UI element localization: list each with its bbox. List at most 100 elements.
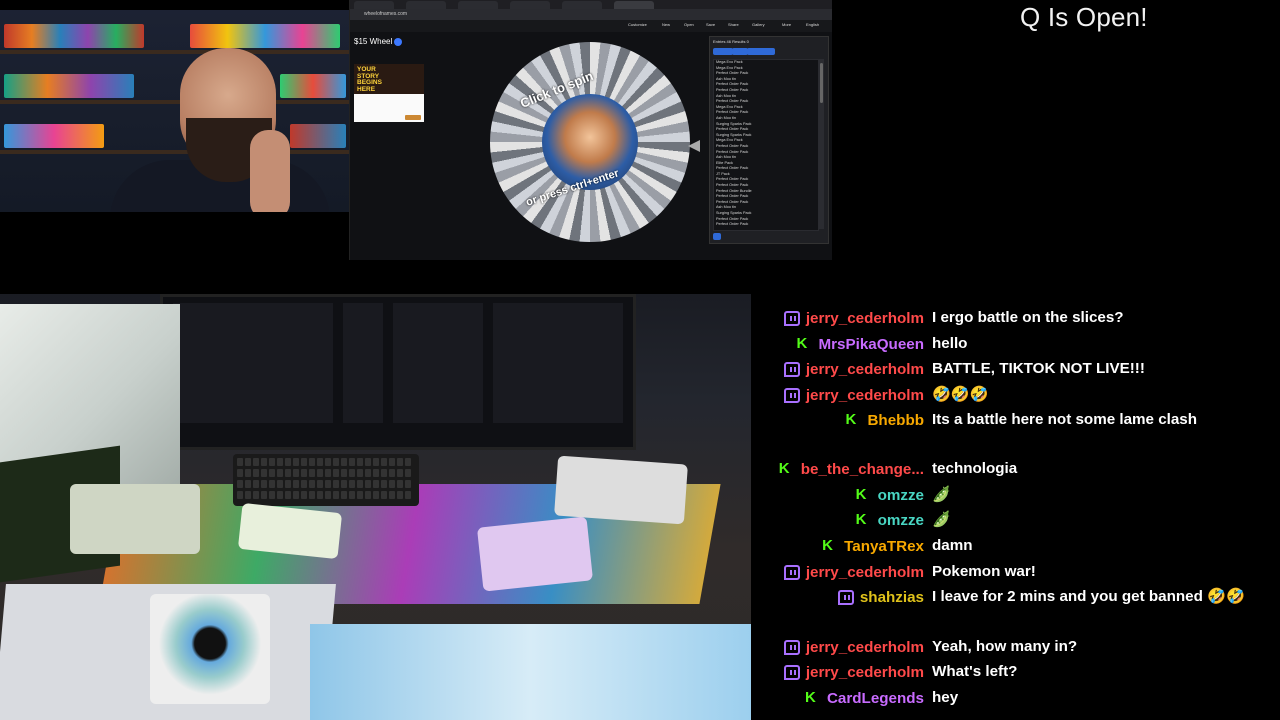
advertisement[interactable]: YOUR STORY BEGINS HERE — [354, 64, 424, 122]
scroll-thumb[interactable] — [820, 63, 823, 103]
keyboard-key — [285, 491, 291, 499]
keyboard-key — [349, 491, 355, 499]
keyboard-key — [309, 458, 315, 466]
nav-gallery[interactable]: Gallery — [752, 22, 765, 27]
nav-customize[interactable]: Customize — [628, 22, 647, 27]
chat-message-text: What's left? — [932, 663, 1018, 680]
keyboard-key — [269, 491, 275, 499]
chat-message-text: I leave for 2 mins and you get banned 🤣🤣 — [932, 588, 1245, 605]
keyboard-key — [237, 458, 243, 466]
wheel-entry[interactable]: Perfect Order Pack — [714, 222, 818, 228]
wheel-title: $15 Wheel — [354, 37, 393, 46]
browser-tab[interactable] — [458, 1, 498, 9]
keyboard-key — [245, 469, 251, 477]
background-monitor — [160, 294, 636, 450]
keyboard-key — [309, 491, 315, 499]
twitch-badge-icon — [837, 590, 854, 605]
twitch-badge-icon — [783, 665, 800, 680]
chat-username[interactable]: be_the_change... — [801, 461, 924, 478]
chat-username[interactable]: shahzias — [860, 589, 924, 606]
nav-share[interactable]: Share — [728, 22, 739, 27]
keyboard-key — [309, 469, 315, 477]
keyboard-key — [341, 491, 347, 499]
browser-tab[interactable] — [354, 1, 394, 9]
kick-badge-icon: K — [804, 689, 816, 706]
keyboard-key — [317, 469, 323, 477]
chat-username[interactable]: jerry_cederholm — [806, 639, 924, 656]
chat-message-text: hey — [932, 689, 959, 706]
chat-username[interactable]: Bhebbb — [867, 412, 924, 429]
keyboard-key — [261, 491, 267, 499]
nav-open[interactable]: Open — [684, 22, 694, 27]
shelf — [0, 150, 349, 154]
add-image-button[interactable] — [747, 48, 775, 55]
chat-message-text: Pokemon war! — [932, 563, 1036, 580]
keyboard-key — [381, 458, 387, 466]
keyboard-key — [301, 480, 307, 488]
chat-username[interactable]: omzze — [878, 487, 924, 504]
spin-wheel[interactable]: Click to spin or press ctrl+enter — [490, 42, 690, 242]
chat-username[interactable]: jerry_cederholm — [806, 664, 924, 681]
keyboard-key — [285, 480, 291, 488]
keyboard-key — [245, 458, 251, 466]
browser-tab[interactable] — [510, 1, 550, 9]
pokemon-card — [476, 516, 594, 592]
nav-new[interactable]: New — [662, 22, 670, 27]
twitch-badge-icon — [783, 640, 800, 655]
entries-list[interactable]: Mega Evo Pack Mega Evo Pack Perfect Order … — [713, 59, 819, 231]
chat-message-text: damn — [932, 537, 973, 554]
browser-tab-bar — [350, 0, 832, 9]
browser-tab[interactable] — [406, 1, 446, 9]
shuffle-button[interactable] — [713, 48, 733, 55]
kick-badge-icon: K — [778, 460, 790, 477]
keyboard-key — [397, 469, 403, 477]
chat-username[interactable]: jerry_cederholm — [806, 361, 924, 378]
keyboard-key — [405, 480, 411, 488]
url-text: wheelofnames.com — [364, 11, 408, 17]
shelf — [0, 100, 349, 104]
entries-tabs[interactable]: Entries 46 Results 0 — [713, 39, 749, 44]
keyboard-key — [405, 469, 411, 477]
keyboard-key — [333, 480, 339, 488]
chat-message-text: Yeah, how many in? — [932, 638, 1078, 655]
keyboard-key — [341, 480, 347, 488]
kick-badge-icon: K — [845, 411, 857, 428]
keyboard-key — [237, 480, 243, 488]
ad-cta-button[interactable] — [405, 115, 421, 120]
browser-tab[interactable] — [562, 1, 602, 9]
chat-username[interactable]: jerry_cederholm — [806, 387, 924, 404]
entries-scrollbar[interactable] — [819, 59, 824, 229]
address-bar[interactable] — [350, 9, 832, 20]
keyboard-key — [293, 491, 299, 499]
keyboard-key — [373, 480, 379, 488]
chat-username[interactable]: jerry_cederholm — [806, 310, 924, 327]
keyboard-key — [365, 491, 371, 499]
keyboard-key — [317, 491, 323, 499]
pokemon-product-box — [310, 624, 751, 720]
nav-more[interactable]: More — [782, 22, 791, 27]
keyboard-key — [293, 469, 299, 477]
keyboard-key — [389, 491, 395, 499]
chat-username[interactable]: TanyaTRex — [844, 538, 924, 555]
nav-save[interactable]: Save — [706, 22, 715, 27]
keyboard-key — [325, 469, 331, 477]
keyboard-key — [261, 458, 267, 466]
keyboard-key — [373, 491, 379, 499]
chat-username[interactable]: jerry_cederholm — [806, 564, 924, 581]
keyboard-key — [333, 458, 339, 466]
keyboard-key — [341, 469, 347, 477]
keyboard-key — [237, 469, 243, 477]
nav-english[interactable]: English — [806, 22, 819, 27]
chat-username[interactable]: MrsPikaQueen — [818, 336, 924, 353]
sort-button[interactable] — [732, 48, 748, 55]
keyboard-key — [365, 469, 371, 477]
keyboard-key — [261, 480, 267, 488]
keyboard-key — [365, 458, 371, 466]
chat-username[interactable]: omzze — [878, 512, 924, 529]
chat-username[interactable]: CardLegends — [827, 690, 924, 707]
add-entry-button[interactable] — [713, 233, 721, 240]
browser-tab-active[interactable] — [614, 1, 654, 9]
product-boxes — [4, 74, 134, 98]
product-boxes — [290, 124, 346, 148]
keyboard-key — [277, 480, 283, 488]
